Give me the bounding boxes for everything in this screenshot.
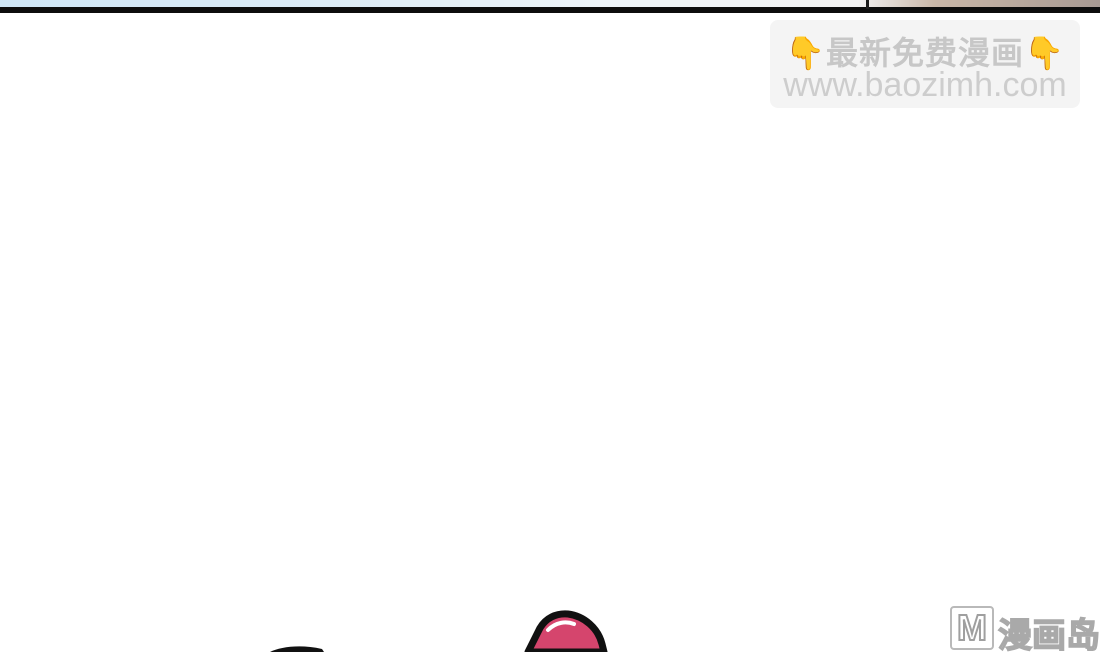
watermark-box: 👇最新免费漫画👇 www.baozimh.com <box>770 20 1080 108</box>
character-ears-art <box>270 610 608 652</box>
site-logo: M 漫画岛 <box>950 606 1100 652</box>
ear-shape <box>524 610 608 652</box>
panel-border <box>0 7 1100 13</box>
logo-m-icon: M <box>950 606 994 650</box>
logo-name: 漫画岛 <box>997 615 1100 652</box>
hair-tuft-shape <box>270 646 324 652</box>
panel-corner <box>866 0 869 9</box>
comic-page: 👇最新免费漫画👇 www.baozimh.com M 漫画岛 <box>0 0 1100 652</box>
watermark-url: www.baozimh.com <box>783 66 1067 104</box>
